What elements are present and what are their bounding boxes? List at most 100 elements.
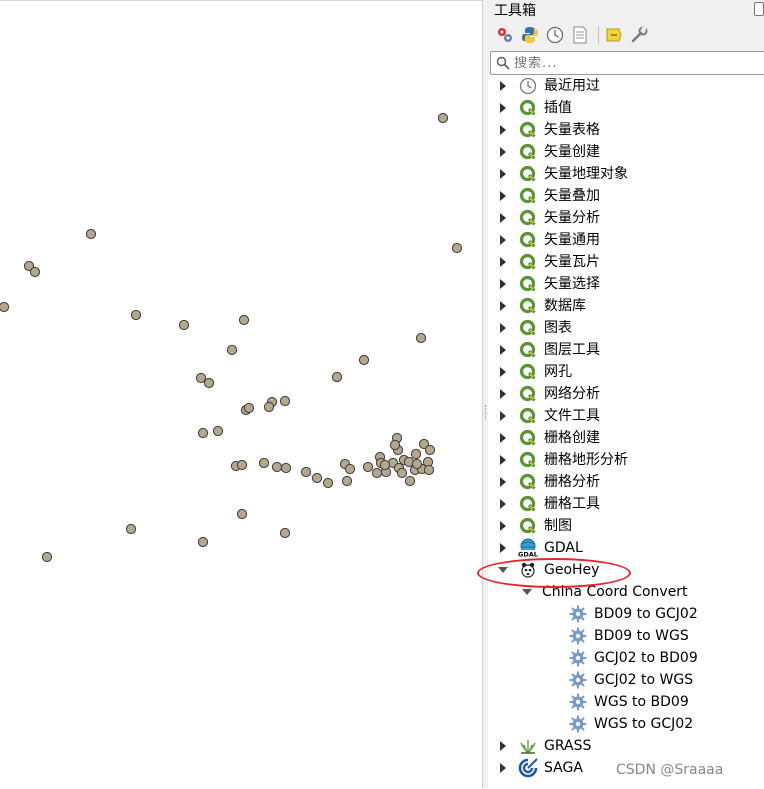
algorithm-gear-icon [568,692,588,712]
qgis-icon [518,252,538,272]
tree-provider-item[interactable]: 栅格创建 [498,427,600,449]
map-point [344,463,356,475]
expand-arrow-icon[interactable] [498,763,508,773]
history-icon[interactable] [544,24,566,46]
tree-provider-item[interactable]: 栅格工具 [498,493,600,515]
expand-arrow-icon[interactable] [498,477,508,487]
float-panel-button[interactable] [754,2,764,16]
qgis-icon [518,142,538,162]
tree-item-label: 矢量创建 [544,144,600,160]
expand-arrow-icon[interactable] [498,191,508,201]
expand-arrow-icon[interactable] [498,499,508,509]
expand-arrow-icon[interactable] [498,345,508,355]
map-point [130,309,142,321]
tree-provider-item[interactable]: 矢量瓦片 [498,251,600,273]
expand-arrow-icon[interactable] [498,323,508,333]
qgis-icon [518,186,538,206]
tree-provider-item[interactable]: 矢量创建 [498,141,600,163]
tree-algorithm-item[interactable]: BD09 to GCJ02 [568,603,698,625]
tree-provider-item[interactable]: GRASS [498,735,591,757]
tree-algorithm-item[interactable]: GCJ02 to WGS [568,669,693,691]
map-point [379,459,391,471]
python-icon[interactable] [519,24,541,46]
expand-arrow-icon[interactable] [498,235,508,245]
expand-arrow-icon[interactable] [498,301,508,311]
qgis-icon [518,98,538,118]
algorithm-gear-icon [568,626,588,646]
tree-provider-item[interactable]: 矢量选择 [498,273,600,295]
map-point [125,523,137,535]
tree-provider-item[interactable]: 图层工具 [498,339,600,361]
tree-provider-item[interactable]: 矢量叠加 [498,185,600,207]
tree-provider-item[interactable]: 矢量表格 [498,119,600,141]
tree-algorithm-item[interactable]: WGS to GCJ02 [568,713,693,735]
model-gear-icon[interactable] [494,24,516,46]
watermark: CSDN @Sraaaa [616,762,724,778]
tree-item-label: BD09 to GCJ02 [594,606,698,622]
processing-toolbox-panel: 工具箱 搜索... 最近用过 插值 矢量表格 矢量创建 矢量地理对象 矢量叠加 … [488,0,764,788]
expand-arrow-icon[interactable] [498,257,508,267]
tree-algorithm-item[interactable]: GCJ02 to BD09 [568,647,698,669]
map-point [371,467,383,479]
expand-arrow-icon[interactable] [498,741,508,751]
map-point [358,354,370,366]
tree-item-label: GCJ02 to BD09 [594,650,698,666]
expand-arrow-icon[interactable] [498,279,508,289]
map-point [404,475,416,487]
tree-algorithm-item[interactable]: BD09 to WGS [568,625,689,647]
tree-provider-item[interactable]: 图表 [498,317,572,339]
tree-provider-item[interactable]: 文件工具 [498,405,600,427]
expand-arrow-open-icon[interactable] [522,587,532,597]
tree-provider-item[interactable]: 网络分析 [498,383,600,405]
search-field[interactable] [490,51,764,75]
expand-arrow-icon[interactable] [498,411,508,421]
qgis-icon [518,274,538,294]
grass-icon [518,736,538,756]
map-canvas[interactable] [0,0,482,789]
tree-provider-item[interactable]: 数据库 [498,295,586,317]
expand-arrow-icon[interactable] [498,543,508,553]
expand-arrow-icon[interactable] [498,213,508,223]
tree-provider-item[interactable]: 网孔 [498,361,572,383]
map-point [280,462,292,474]
tree-provider-item[interactable]: 栅格地形分析 [498,449,628,471]
expand-arrow-icon[interactable] [498,521,508,531]
search-input[interactable] [510,55,754,71]
expand-arrow-icon[interactable] [498,125,508,135]
map-point [341,475,353,487]
tree-provider-item[interactable]: 矢量分析 [498,207,600,229]
map-point [263,401,275,413]
expand-arrow-icon[interactable] [498,389,508,399]
tree-item-label: SAGA [544,760,583,776]
qgis-icon [518,120,538,140]
qgis-icon [518,428,538,448]
tree-item-label: 矢量地理对象 [544,166,628,182]
tree-provider-item[interactable]: 矢量通用 [498,229,600,251]
tree-provider-item[interactable]: 矢量地理对象 [498,163,628,185]
expand-arrow-icon[interactable] [498,81,508,91]
map-point [322,477,334,489]
tree-algorithm-item[interactable]: WGS to BD09 [568,691,689,713]
expand-arrow-icon[interactable] [498,169,508,179]
expand-arrow-icon[interactable] [498,455,508,465]
tree-provider-item[interactable]: 栅格分析 [498,471,600,493]
tree-provider-item[interactable]: SAGA [498,757,583,779]
gdal-icon: GDAL [518,538,538,558]
edit-features-icon[interactable] [603,24,625,46]
clock-icon [518,76,538,96]
map-point [410,448,422,460]
tree-item-label: WGS to GCJ02 [594,716,694,732]
tree-provider-item[interactable]: 制图 [498,515,572,537]
qgis-icon [518,208,538,228]
expand-arrow-icon[interactable] [498,147,508,157]
expand-arrow-icon[interactable] [498,103,508,113]
expand-arrow-icon[interactable] [498,367,508,377]
tree-provider-item[interactable]: 最近用过 [498,75,600,97]
expand-arrow-icon[interactable] [498,433,508,443]
results-viewer-icon[interactable] [569,24,591,46]
options-wrench-icon[interactable] [628,24,650,46]
tree-provider-item[interactable]: 插值 [498,97,572,119]
qgis-icon [518,406,538,426]
map-point [203,377,215,389]
tree-provider-item[interactable]: GDAL GDAL [498,537,583,559]
